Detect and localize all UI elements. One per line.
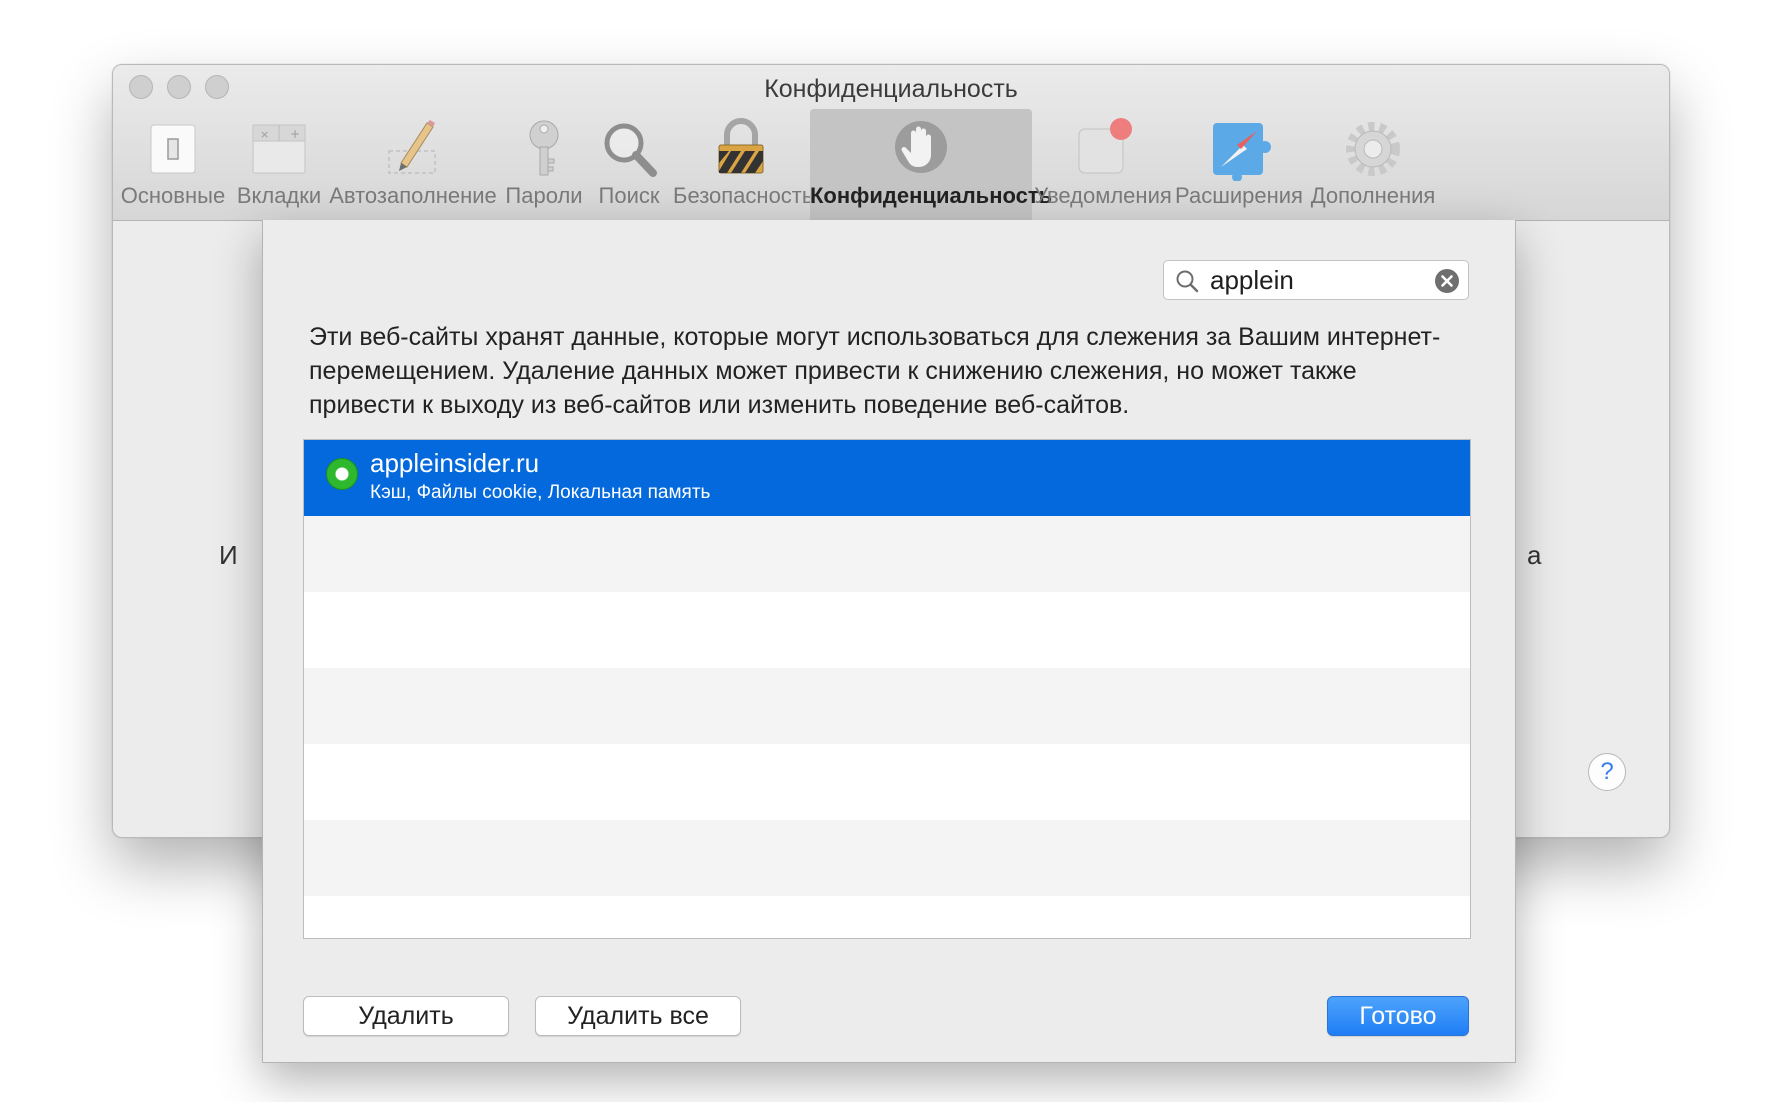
- background-label-partial-right: а: [1527, 540, 1542, 570]
- tab-notifications[interactable]: Уведомления: [1033, 109, 1173, 220]
- padlock-icon: [718, 118, 764, 174]
- empty-row: [304, 744, 1470, 820]
- tab-tabs-label: Вкладки: [236, 183, 322, 208]
- tab-notifications-label: Уведомления: [1034, 183, 1172, 208]
- tab-advanced-label: Дополнения: [1310, 183, 1436, 208]
- tab-passwords-label: Пароли: [505, 183, 583, 208]
- tab-security[interactable]: Безопасность: [673, 109, 814, 220]
- tab-extensions-label: Расширения: [1175, 183, 1303, 208]
- description-text: Эти веб-сайты хранят данные, которые мог…: [309, 323, 1441, 419]
- extensions-puzzle-icon: [1213, 123, 1271, 181]
- empty-row: [304, 896, 1470, 938]
- background-label-partial-left: И: [219, 540, 238, 570]
- search-field[interactable]: applein: [1163, 260, 1469, 300]
- tab-general[interactable]: Основные: [117, 109, 229, 220]
- window-title: Конфиденциальность: [764, 75, 1018, 103]
- tab-general-label: Основные: [120, 183, 226, 208]
- tab-autofill-label: Автозаполнение: [329, 183, 497, 208]
- svg-text:×: ×: [260, 128, 269, 141]
- done-button[interactable]: Готово: [1327, 996, 1469, 1036]
- notifications-icon: [1078, 118, 1132, 174]
- search-icon: [1176, 270, 1199, 293]
- hand-icon: [895, 121, 947, 173]
- empty-row: [304, 668, 1470, 744]
- tab-advanced[interactable]: Дополнения: [1305, 109, 1441, 220]
- tab-search[interactable]: Поиск: [587, 109, 671, 220]
- tab-search-label: Поиск: [598, 183, 660, 208]
- tab-tabs[interactable]: × + Вкладки: [231, 109, 327, 220]
- list-item-selected[interactable]: appleinsider.ru Кэш, Файлы cookie, Локал…: [304, 440, 1470, 516]
- tab-autofill[interactable]: Автозаполнение: [327, 109, 499, 220]
- tab-security-label: Безопасность: [673, 183, 814, 208]
- status-dot-icon: [326, 458, 358, 490]
- general-switch-icon: [150, 124, 196, 174]
- empty-row: [304, 820, 1470, 896]
- pencil-icon: [388, 120, 436, 174]
- empty-row: [304, 516, 1470, 592]
- help-button[interactable]: ?: [1588, 753, 1626, 791]
- svg-text:+: +: [290, 127, 300, 141]
- remove-all-button[interactable]: Удалить все: [535, 996, 741, 1036]
- remove-button[interactable]: Удалить: [303, 996, 509, 1036]
- gear-icon: [1346, 122, 1400, 176]
- website-data-list[interactable]: appleinsider.ru Кэш, Файлы cookie, Локал…: [303, 439, 1471, 939]
- clear-search-icon[interactable]: [1434, 268, 1460, 294]
- tab-extensions[interactable]: Расширения: [1175, 109, 1303, 220]
- site-data-types: Кэш, Файлы cookie, Локальная память: [370, 482, 711, 503]
- tab-passwords[interactable]: Пароли: [501, 109, 587, 220]
- website-data-sheet: applein Эти веб-сайты хранят данные, кот…: [262, 220, 1516, 1063]
- tabs-icon: × +: [252, 124, 306, 174]
- preferences-toolbar: Основные × + Вкладки Автозаполнение Паро…: [113, 109, 1669, 220]
- site-name: appleinsider.ru: [370, 448, 540, 478]
- empty-row: [304, 592, 1470, 668]
- search-input-value[interactable]: applein: [1210, 265, 1294, 296]
- titlebar: Конфиденциальность Основные × + Вкладки: [113, 65, 1669, 221]
- magnifier-icon: [604, 123, 657, 177]
- tab-privacy-label: Конфиденциальность: [810, 183, 1053, 208]
- tab-privacy[interactable]: Конфиденциальность: [810, 109, 1053, 220]
- key-icon: [529, 120, 559, 176]
